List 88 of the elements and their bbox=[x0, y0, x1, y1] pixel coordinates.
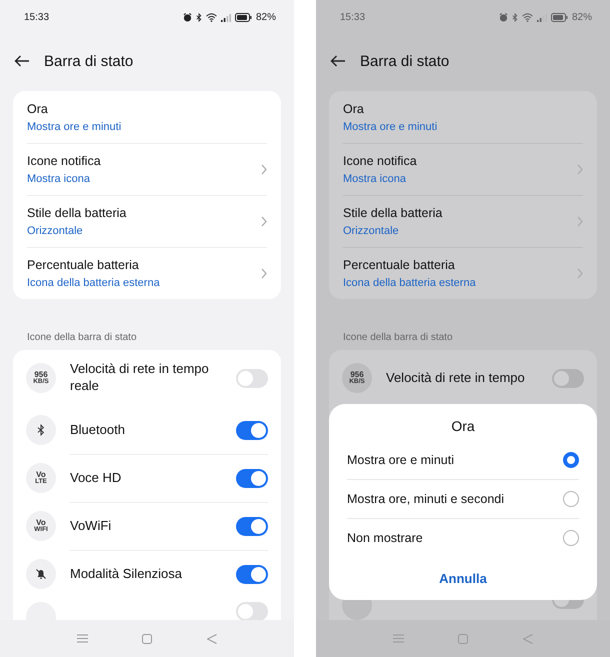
chevron-right-icon bbox=[577, 216, 583, 226]
setting-row[interactable]: Icone notifica Mostra icona bbox=[329, 143, 597, 195]
setting-label: Percentuale batteria bbox=[343, 258, 456, 272]
battery-percentage: 82% bbox=[256, 12, 276, 23]
setting-label: Stile della batteria bbox=[343, 206, 442, 220]
menu-icon bbox=[77, 634, 88, 643]
toggle-switch[interactable] bbox=[236, 564, 268, 584]
chevron-right-icon bbox=[261, 164, 267, 174]
back-button[interactable] bbox=[330, 55, 346, 67]
toggle-label: Bluetooth bbox=[70, 422, 126, 438]
bluetooth-icon bbox=[196, 13, 202, 22]
menu-icon bbox=[393, 634, 404, 643]
option-label: Mostra ore, minuti e secondi bbox=[347, 492, 504, 506]
toggle-switch[interactable] bbox=[236, 516, 268, 536]
toggle-switch[interactable] bbox=[236, 602, 268, 620]
cancel-button[interactable]: Annulla bbox=[431, 567, 495, 590]
alarm-icon bbox=[498, 13, 508, 22]
chevron-right-icon bbox=[261, 268, 267, 278]
menu-button[interactable] bbox=[77, 634, 88, 643]
signal-icon bbox=[220, 14, 231, 22]
home-square-icon bbox=[142, 634, 152, 644]
menu-button[interactable] bbox=[393, 634, 404, 643]
alarm-icon bbox=[182, 13, 192, 22]
setting-row[interactable]: Stile della batteria Orizzontale bbox=[329, 195, 597, 247]
toggle-label: Velocità di rete in tempo bbox=[386, 370, 526, 386]
dialog-title: Ora bbox=[450, 418, 476, 434]
setting-label: Percentuale batteria bbox=[27, 258, 140, 272]
setting-value: Mostra ore e minuti bbox=[27, 120, 122, 132]
toggle-label: Velocità di rete in tempo reale bbox=[70, 361, 210, 395]
chevron-right-icon bbox=[261, 216, 267, 226]
setting-value: Orizzontale bbox=[27, 224, 84, 236]
toggle-switch[interactable] bbox=[552, 368, 584, 388]
battery-percentage: 82% bbox=[572, 12, 592, 23]
setting-label: Ora bbox=[343, 102, 365, 116]
option-label: Non mostrare bbox=[347, 530, 423, 544]
setting-row[interactable]: Icone notifica Mostra icona bbox=[13, 143, 281, 195]
setting-label: Icone notifica bbox=[343, 154, 417, 168]
setting-value: Orizzontale bbox=[343, 224, 400, 236]
radio-button[interactable] bbox=[563, 530, 579, 546]
signal-icon bbox=[536, 14, 547, 22]
wifi-icon bbox=[522, 13, 533, 22]
setting-row[interactable]: Percentuale batteria Icona della batteria esterna bbox=[329, 247, 597, 299]
option-row[interactable]: Non mostrare bbox=[347, 518, 579, 557]
toggle-switch[interactable] bbox=[236, 468, 268, 488]
bluetooth-icon bbox=[37, 424, 45, 436]
setting-label: Stile della batteria bbox=[27, 206, 126, 220]
radio-button[interactable] bbox=[563, 452, 579, 468]
battery-icon bbox=[550, 13, 568, 22]
setting-value: Mostra ore e minuti bbox=[343, 120, 438, 132]
option-row[interactable]: Mostra ore, minuti e secondi bbox=[347, 479, 579, 518]
setting-label: Ora bbox=[27, 102, 49, 116]
setting-row[interactable]: Ora Mostra ore e minuti bbox=[329, 91, 597, 143]
home-button[interactable] bbox=[142, 634, 152, 644]
setting-row[interactable]: Percentuale batteria Icona della batteria esterna bbox=[13, 247, 281, 299]
toggle-switch[interactable] bbox=[236, 420, 268, 440]
toggle-label: VoWiFi bbox=[70, 518, 112, 534]
setting-value: Icona della batteria esterna bbox=[27, 276, 160, 288]
page-title: Barra di stato bbox=[44, 52, 134, 70]
chevron-right-icon bbox=[577, 268, 583, 278]
option-label: Mostra ore e minuti bbox=[347, 452, 454, 466]
chevron-right-icon bbox=[577, 164, 583, 174]
back-nav-button[interactable] bbox=[206, 634, 217, 644]
setting-value: Mostra icona bbox=[27, 172, 91, 184]
section-label: Icone della barra di stato bbox=[26, 331, 138, 345]
setting-value: Icona della batteria esterna bbox=[343, 276, 476, 288]
battery-icon bbox=[234, 13, 252, 22]
status-time: 15:33 bbox=[24, 12, 50, 23]
wifi-icon bbox=[206, 13, 217, 22]
back-arrow-icon bbox=[330, 55, 346, 67]
section-label: Icone della barra di stato bbox=[342, 331, 454, 345]
setting-label: Icone notifica bbox=[27, 154, 101, 168]
home-square-icon bbox=[458, 634, 468, 644]
toggle-label: Voce HD bbox=[70, 470, 122, 486]
toggle-label: Modalità Silenziosa bbox=[70, 566, 184, 582]
page-title: Barra di stato bbox=[360, 52, 450, 70]
toggle-switch[interactable] bbox=[236, 368, 268, 388]
option-row[interactable]: Mostra ore e minuti bbox=[347, 440, 579, 479]
radio-button[interactable] bbox=[563, 490, 579, 506]
setting-value: Mostra icona bbox=[343, 172, 407, 184]
status-time: 15:33 bbox=[340, 12, 366, 23]
back-button[interactable] bbox=[14, 55, 30, 67]
back-nav-button[interactable] bbox=[522, 634, 533, 644]
muted-bell-icon bbox=[35, 568, 47, 580]
setting-row[interactable]: Ora Mostra ore e minuti bbox=[13, 91, 281, 143]
back-arrow-icon bbox=[14, 55, 30, 67]
home-button[interactable] bbox=[458, 634, 468, 644]
bluetooth-icon bbox=[512, 13, 518, 22]
setting-row[interactable]: Stile della batteria Orizzontale bbox=[13, 195, 281, 247]
